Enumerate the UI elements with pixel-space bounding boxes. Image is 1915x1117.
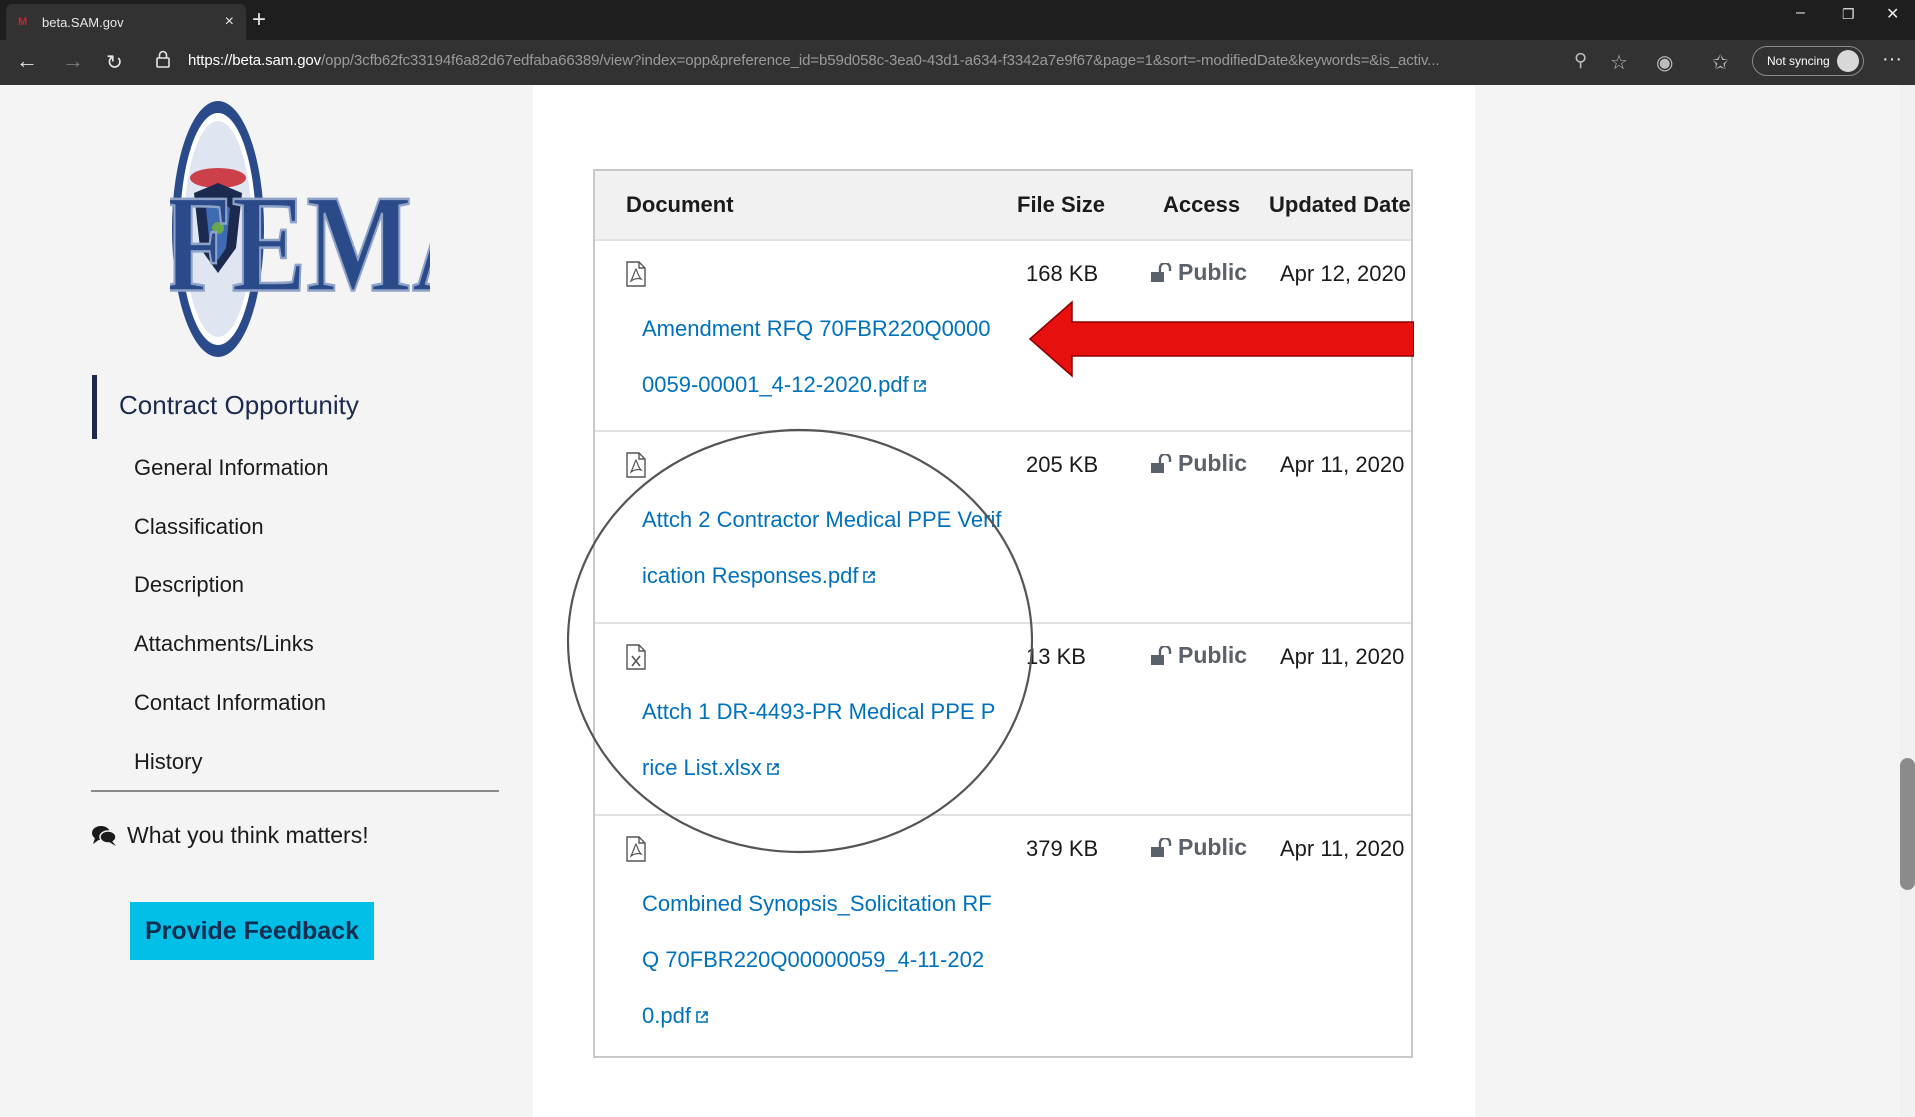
pdf-file-icon	[626, 261, 646, 287]
browser-tab[interactable]: M beta.SAM.gov ×	[6, 4, 246, 40]
extension-icon[interactable]: ◉	[1656, 50, 1673, 75]
file-size: 205 KB	[1026, 452, 1099, 477]
feedback-prompt-text: What you think matters!	[127, 822, 369, 848]
header-document[interactable]: Document	[626, 192, 734, 218]
table-header: Document File Size Access Updated Date	[595, 171, 1411, 239]
sidebar-item-history[interactable]: History	[134, 749, 202, 775]
tab-title: beta.SAM.gov	[42, 14, 124, 30]
sidebar-item-attachments-links[interactable]: Attachments/Links	[134, 631, 314, 657]
unlock-icon	[1151, 837, 1172, 857]
external-link-icon	[696, 1011, 708, 1023]
url-host: https://beta.sam.gov	[188, 52, 322, 69]
document-link[interactable]: Amendment RFQ 70FBR220Q00000059-00001_4-…	[642, 301, 1002, 413]
scrollbar-track[interactable]	[1900, 85, 1915, 1117]
updated-date: Apr 12, 2020	[1280, 261, 1406, 286]
provide-feedback-button[interactable]: Provide Feedback	[130, 902, 374, 960]
close-window-button[interactable]: ✕	[1886, 4, 1899, 24]
favorite-star-icon[interactable]: ☆	[1610, 50, 1628, 75]
unlock-icon	[1151, 262, 1172, 282]
sidebar-divider	[91, 790, 499, 792]
favorites-list-icon[interactable]: ✩	[1712, 50, 1729, 75]
restore-button[interactable]: ❐	[1842, 6, 1855, 23]
sidebar-item-general-information[interactable]: General Information	[134, 455, 328, 481]
profile-avatar	[1837, 50, 1859, 72]
sidebar-item-classification[interactable]: Classification	[134, 514, 264, 540]
browser-tab-bar: M beta.SAM.gov × + – ❐ ✕	[0, 0, 1915, 40]
access-status: Public	[1150, 259, 1247, 286]
updated-date: Apr 11, 2020	[1280, 644, 1405, 669]
sidebar-item-description[interactable]: Description	[134, 572, 244, 598]
access-status: Public	[1150, 834, 1247, 861]
sidebar-active-indicator	[92, 375, 97, 439]
lock-icon	[156, 50, 170, 68]
sync-profile-button[interactable]: Not syncing	[1752, 46, 1864, 76]
unlock-icon	[1151, 453, 1172, 473]
access-status: Public	[1150, 642, 1247, 669]
document-link[interactable]: Combined Synopsis_Solicitation RFQ 70FBR…	[642, 876, 1002, 1044]
sam-favicon-icon: M	[18, 16, 28, 28]
comments-icon	[92, 825, 117, 846]
circle-annotation	[566, 428, 1034, 854]
header-access[interactable]: Access	[1163, 192, 1240, 218]
refresh-icon[interactable]: ↻	[106, 50, 123, 75]
sidebar-title-contract-opportunity[interactable]: Contract Opportunity	[119, 390, 359, 421]
sync-label: Not syncing	[1767, 54, 1830, 68]
unlock-icon	[1151, 645, 1172, 665]
file-size: 379 KB	[1026, 836, 1099, 861]
tab-close-icon[interactable]: ×	[225, 13, 234, 31]
header-updated-date[interactable]: Updated Date	[1269, 192, 1411, 218]
url-field[interactable]: https://beta.sam.gov/opp/3cfb62fc33194f6…	[188, 52, 1558, 69]
url-path: /opp/3cfb62fc33194f6a82d67edfaba66389/vi…	[321, 52, 1440, 69]
updated-date: Apr 11, 2020	[1280, 836, 1405, 861]
sidebar-item-contact-information[interactable]: Contact Information	[134, 690, 326, 716]
scrollbar-thumb[interactable]	[1900, 758, 1915, 890]
external-link-icon	[913, 380, 926, 392]
header-file-size[interactable]: File Size	[1017, 192, 1105, 218]
browser-menu-icon[interactable]: ···	[1882, 48, 1902, 71]
forward-arrow-icon[interactable]: →	[62, 48, 84, 74]
back-arrow-icon[interactable]: ←	[16, 48, 38, 74]
right-margin	[1475, 85, 1900, 1117]
fema-logo: FEMA	[170, 101, 430, 357]
minimize-button[interactable]: –	[1796, 4, 1805, 22]
new-tab-button[interactable]: +	[252, 6, 266, 34]
address-bar: ← → ↻ https://beta.sam.gov/opp/3cfb62fc3…	[0, 40, 1915, 85]
zoom-icon[interactable]: ⚲	[1574, 50, 1587, 71]
feedback-prompt: What you think matters!	[91, 822, 369, 849]
updated-date: Apr 11, 2020	[1280, 452, 1405, 477]
access-status: Public	[1150, 450, 1247, 477]
file-size: 168 KB	[1026, 261, 1099, 286]
svg-text:FEMA: FEMA	[170, 167, 430, 322]
red-arrow-annotation	[1028, 300, 1414, 378]
